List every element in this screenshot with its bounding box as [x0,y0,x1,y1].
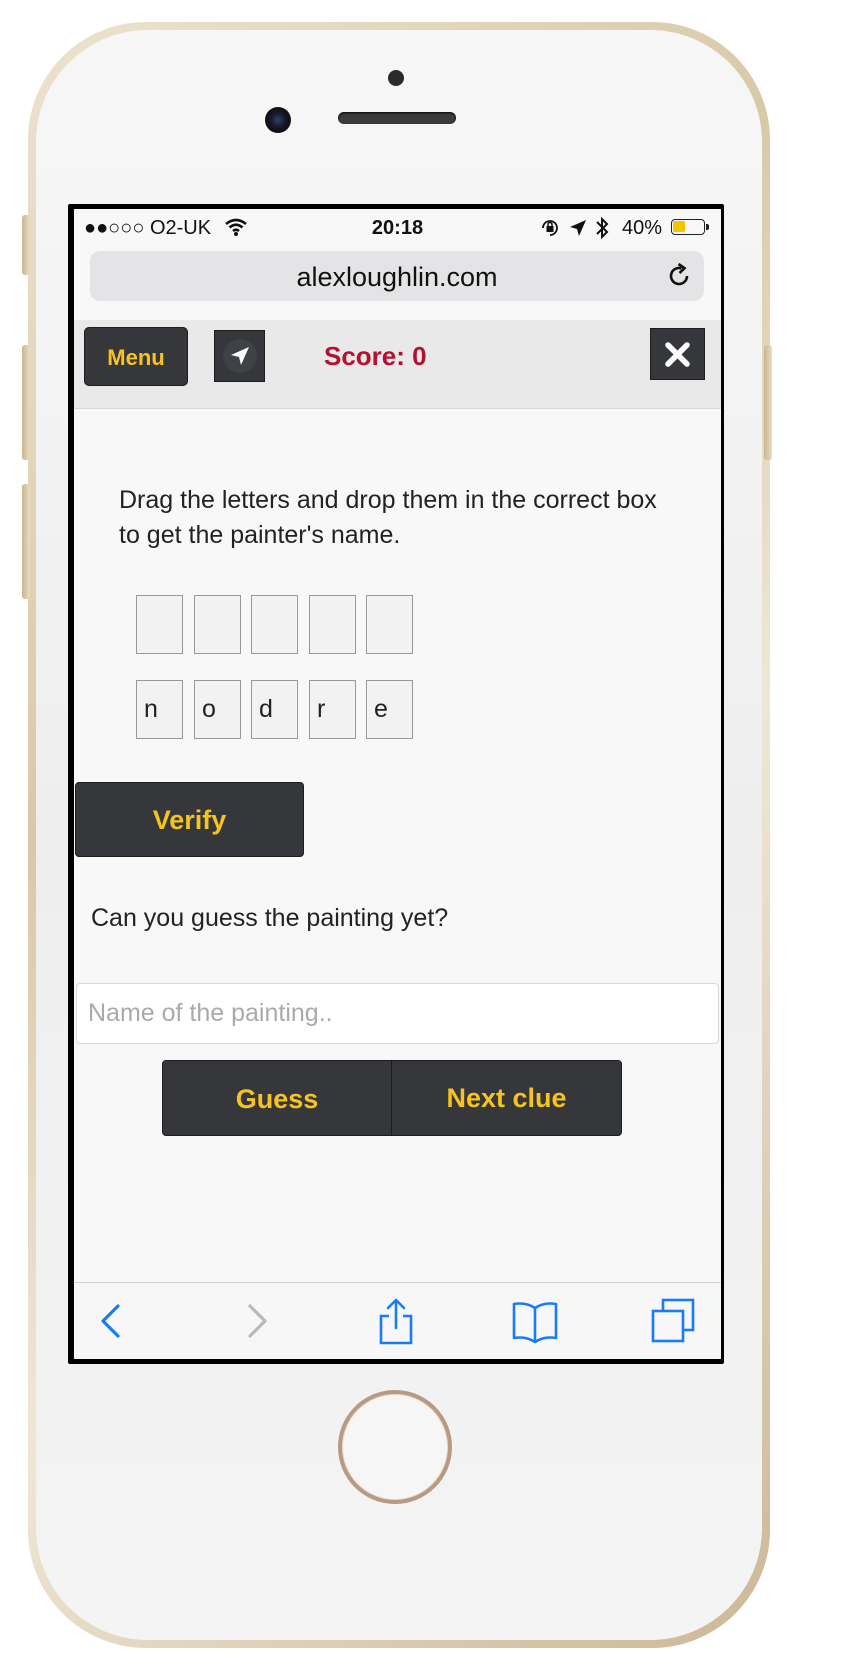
bookmarks-icon[interactable] [511,1297,559,1345]
next-clue-button[interactable]: Next clue [392,1061,621,1135]
answer-slot[interactable] [251,595,298,654]
browser-toolbar [74,1282,721,1359]
instructions-text: Drag the letters and drop them in the co… [119,486,657,549]
painting-name-input[interactable] [76,983,719,1044]
answer-slot[interactable] [136,595,183,654]
close-icon [665,342,690,367]
answer-slot[interactable] [366,595,413,654]
battery-icon [671,219,709,235]
letter-tile[interactable]: n [136,680,183,739]
answer-slot[interactable] [309,595,356,654]
bluetooth-icon [596,216,609,240]
letter-tile[interactable]: e [366,680,413,739]
battery-percent: 40% [622,217,663,239]
tabs-icon[interactable] [650,1297,698,1345]
answer-slot[interactable] [194,595,241,654]
home-button[interactable] [338,1390,452,1504]
display: ●●○○○ O2-UK 20:18 40% alexloughlin.com M… [74,209,721,1359]
menu-button[interactable]: Menu [84,327,188,386]
power-button [764,345,772,460]
location-arrow-icon [570,220,586,236]
orientation-lock-icon [542,220,558,236]
guess-button[interactable]: Guess [163,1061,392,1135]
letter-tile[interactable]: d [251,680,298,739]
mute-switch [22,215,30,275]
guess-prompt: Can you guess the painting yet? [91,904,449,932]
score-display: Score: 0 [324,341,427,371]
letter-tile[interactable]: r [309,680,356,739]
battery-fill [673,221,685,232]
close-button[interactable] [650,328,705,380]
volume-down-button [22,484,30,599]
navigate-button[interactable] [214,330,265,382]
volume-up-button [22,345,30,460]
share-icon[interactable] [372,1297,420,1345]
navigation-arrow-icon [223,339,257,373]
status-bar: ●●○○○ O2-UK 20:18 40% [74,209,721,247]
reload-icon[interactable] [664,261,694,291]
battery-tip [706,224,709,230]
guess-button-group: Guess Next clue [162,1060,622,1136]
front-camera [265,107,291,133]
address-bar[interactable]: alexloughlin.com [90,251,704,301]
letter-tile[interactable]: o [194,680,241,739]
forward-icon[interactable] [232,1297,280,1345]
verify-button[interactable]: Verify [75,782,304,857]
url-text: alexloughlin.com [296,262,498,292]
proximity-sensor [388,70,404,86]
earpiece-speaker [338,112,456,124]
back-icon[interactable] [88,1297,136,1345]
game-header: Menu Score: 0 [74,320,721,409]
